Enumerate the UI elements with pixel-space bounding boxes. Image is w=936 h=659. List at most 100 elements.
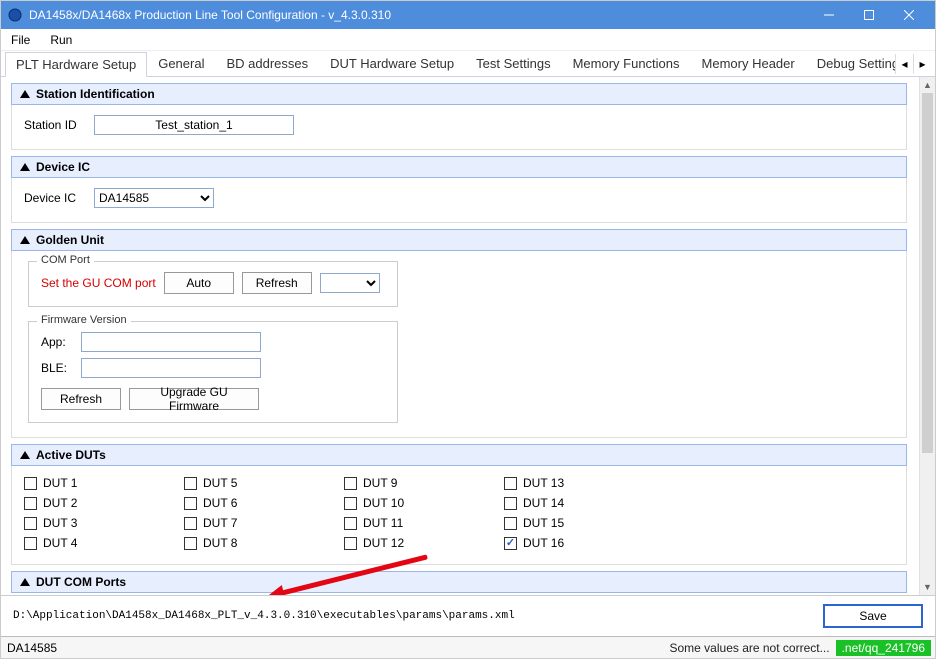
tab-scroll-right[interactable]: ▸ <box>913 54 931 74</box>
section-title: Golden Unit <box>36 233 104 247</box>
checkbox-icon[interactable] <box>344 477 357 490</box>
tab-dut-hardware-setup[interactable]: DUT Hardware Setup <box>319 51 465 77</box>
dut-checkbox[interactable]: DUT 7 <box>184 516 324 530</box>
dut-checkbox[interactable]: DUT 15 <box>504 516 644 530</box>
dut-checkbox[interactable]: DUT 8 <box>184 536 324 550</box>
save-button[interactable]: Save <box>823 604 923 628</box>
titlebar: DA1458x/DA1468x Production Line Tool Con… <box>1 1 935 29</box>
dut-label: DUT 15 <box>523 516 564 530</box>
refresh-comport-button[interactable]: Refresh <box>242 272 312 294</box>
fw-refresh-button[interactable]: Refresh <box>41 388 121 410</box>
app-icon <box>7 7 23 23</box>
checkbox-icon[interactable] <box>344 497 357 510</box>
dut-checkbox[interactable]: DUT 9 <box>344 476 484 490</box>
dut-checkbox[interactable]: DUT 1 <box>24 476 164 490</box>
checkbox-icon[interactable] <box>504 497 517 510</box>
dut-checkbox[interactable]: DUT 2 <box>24 496 164 510</box>
checkbox-icon[interactable] <box>504 537 517 550</box>
fw-ble-input[interactable] <box>81 358 261 378</box>
checkbox-icon[interactable] <box>24 537 37 550</box>
checkbox-icon[interactable] <box>24 497 37 510</box>
station-id-input[interactable] <box>94 115 294 135</box>
section-header-station[interactable]: Station Identification <box>11 83 907 105</box>
tab-general[interactable]: General <box>147 51 215 77</box>
tabstrip: PLT Hardware SetupGeneralBD addressesDUT… <box>1 51 935 77</box>
app-window: DA1458x/DA1468x Production Line Tool Con… <box>0 0 936 659</box>
triangle-up-icon <box>20 578 30 586</box>
scrollbar-thumb[interactable] <box>922 93 933 453</box>
tab-debug-settings[interactable]: Debug Settings <box>806 51 895 77</box>
tab-memory-header[interactable]: Memory Header <box>691 51 806 77</box>
maximize-button[interactable] <box>849 1 889 29</box>
window-title: DA1458x/DA1468x Production Line Tool Con… <box>29 8 809 22</box>
dut-checkbox[interactable]: DUT 5 <box>184 476 324 490</box>
checkbox-icon[interactable] <box>504 517 517 530</box>
status-device: DA14585 <box>7 641 57 655</box>
statusbar: DA14585 Some values are not correct... .… <box>1 636 935 658</box>
section-title: DUT COM Ports <box>36 575 126 589</box>
section-header-activeduts[interactable]: Active DUTs <box>11 444 907 466</box>
auto-button[interactable]: Auto <box>164 272 234 294</box>
fw-app-input[interactable] <box>81 332 261 352</box>
minimize-button[interactable] <box>809 1 849 29</box>
menu-run[interactable]: Run <box>44 31 78 49</box>
dut-checkbox[interactable]: DUT 4 <box>24 536 164 550</box>
tab-bd-addresses[interactable]: BD addresses <box>215 51 319 77</box>
dut-label: DUT 9 <box>363 476 397 490</box>
dut-checkbox[interactable]: DUT 10 <box>344 496 484 510</box>
dut-checkbox[interactable]: DUT 6 <box>184 496 324 510</box>
params-path: D:\Application\DA1458x_DA1468x_PLT_v_4.3… <box>13 610 515 622</box>
close-button[interactable] <box>889 1 929 29</box>
tab-plt-hardware-setup[interactable]: PLT Hardware Setup <box>5 52 147 77</box>
tab-scroll-left[interactable]: ◂ <box>895 54 913 74</box>
dut-checkbox[interactable]: DUT 16 <box>504 536 644 550</box>
dut-checkbox[interactable]: DUT 13 <box>504 476 644 490</box>
vertical-scrollbar[interactable]: ▲ ▼ <box>919 77 935 595</box>
menu-file[interactable]: File <box>5 31 36 49</box>
scroll-down-icon[interactable]: ▼ <box>920 579 935 595</box>
tab-test-settings[interactable]: Test Settings <box>465 51 561 77</box>
section-title: Device IC <box>36 160 90 174</box>
section-body-activeduts: DUT 1 DUT 5 DUT 9 DUT 13 DUT 2 DUT 6 DUT 10 DUT… <box>11 466 907 565</box>
fw-ble-label: BLE: <box>41 361 73 375</box>
dut-label: DUT 10 <box>363 496 404 510</box>
checkbox-icon[interactable] <box>184 477 197 490</box>
checkbox-icon[interactable] <box>24 477 37 490</box>
section-title: Active DUTs <box>36 448 106 462</box>
checkbox-icon[interactable] <box>504 477 517 490</box>
dut-label: DUT 8 <box>203 536 237 550</box>
dut-label: DUT 1 <box>43 476 77 490</box>
section-body-golden: COM Port Set the GU COM port Auto Refres… <box>11 251 907 438</box>
comport-select[interactable] <box>320 273 380 293</box>
dut-checkbox[interactable]: DUT 14 <box>504 496 644 510</box>
dut-label: DUT 7 <box>203 516 237 530</box>
dut-checkbox[interactable]: DUT 11 <box>344 516 484 530</box>
content-area: Station Identification Station ID Device… <box>1 77 935 595</box>
checkbox-icon[interactable] <box>344 517 357 530</box>
comport-legend: COM Port <box>37 254 94 266</box>
triangle-up-icon <box>20 90 30 98</box>
scroll-up-icon[interactable]: ▲ <box>920 77 935 93</box>
section-header-dutcom[interactable]: DUT COM Ports <box>11 571 907 593</box>
deviceic-select[interactable]: DA14585 <box>94 188 214 208</box>
checkbox-icon[interactable] <box>344 537 357 550</box>
comport-warning: Set the GU COM port <box>41 276 156 290</box>
dut-label: DUT 11 <box>363 516 403 530</box>
dut-label: DUT 5 <box>203 476 237 490</box>
section-body-deviceic: Device IC DA14585 <box>11 178 907 223</box>
tab-memory-functions[interactable]: Memory Functions <box>562 51 691 77</box>
dut-label: DUT 2 <box>43 496 77 510</box>
checkbox-icon[interactable] <box>184 537 197 550</box>
menubar: File Run <box>1 29 935 51</box>
triangle-up-icon <box>20 236 30 244</box>
dut-label: DUT 3 <box>43 516 77 530</box>
dut-checkbox[interactable]: DUT 12 <box>344 536 484 550</box>
checkbox-icon[interactable] <box>24 517 37 530</box>
section-header-golden[interactable]: Golden Unit <box>11 229 907 251</box>
dut-checkbox[interactable]: DUT 3 <box>24 516 164 530</box>
section-header-deviceic[interactable]: Device IC <box>11 156 907 178</box>
upgrade-firmware-button[interactable]: Upgrade GU Firmware <box>129 388 259 410</box>
checkbox-icon[interactable] <box>184 497 197 510</box>
dut-label: DUT 14 <box>523 496 564 510</box>
checkbox-icon[interactable] <box>184 517 197 530</box>
